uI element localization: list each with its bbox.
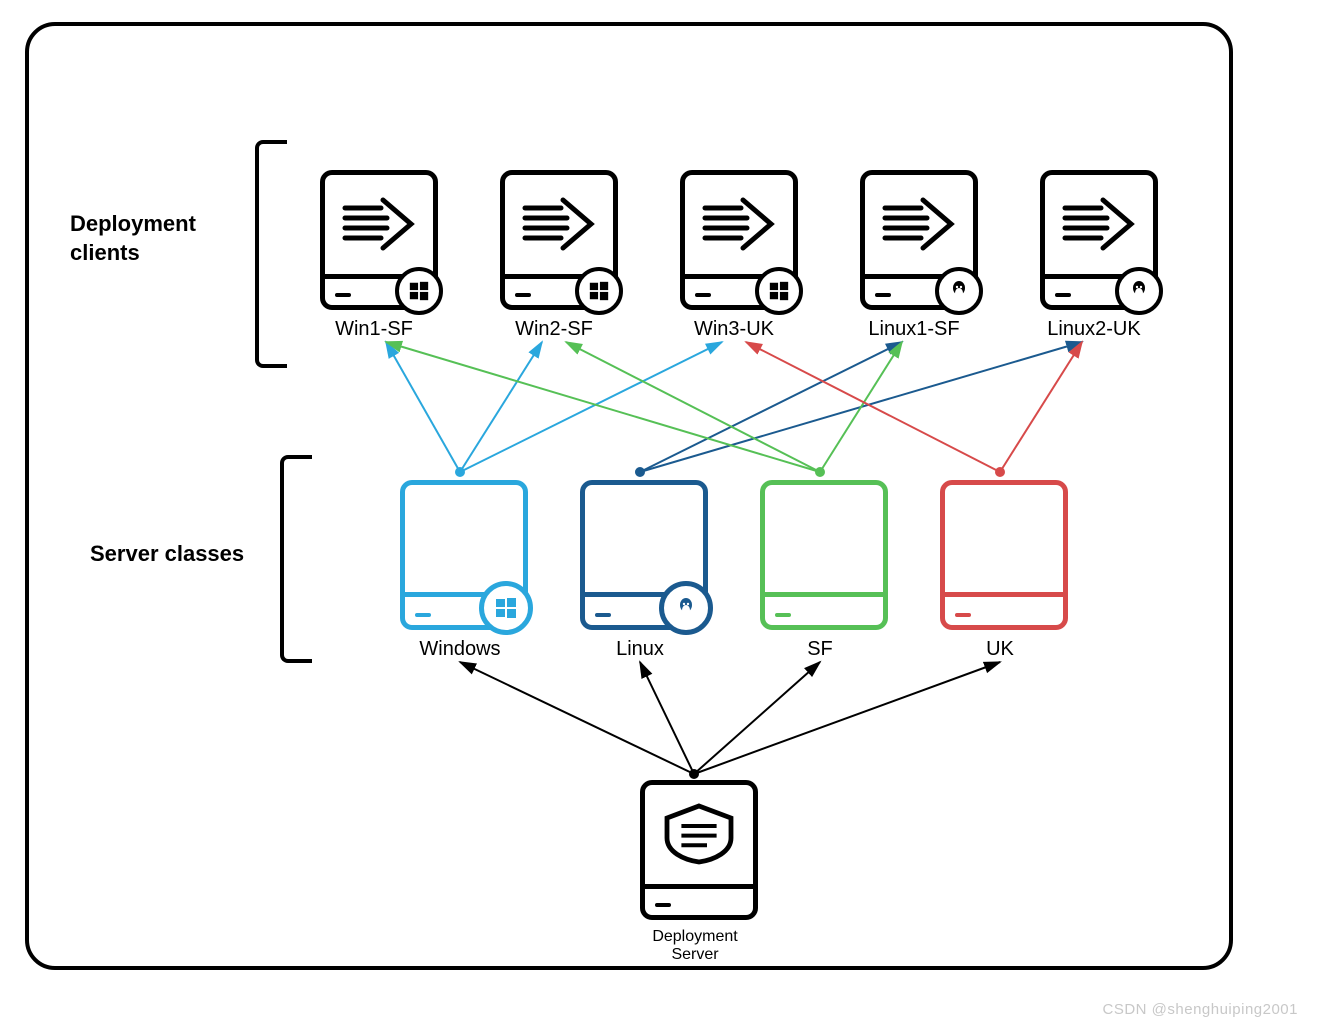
deployment-server-icon xyxy=(659,799,739,869)
deployment-server-box xyxy=(640,780,758,920)
bracket-clients xyxy=(255,140,287,368)
client-box-win3-uk xyxy=(680,170,798,310)
client-box-linux1-sf xyxy=(860,170,978,310)
server-class-windows xyxy=(400,480,528,630)
windows-icon xyxy=(479,581,533,635)
client-box-linux2-uk xyxy=(1040,170,1158,310)
client-label: Win3-UK xyxy=(664,318,804,341)
client-box-win1-sf xyxy=(320,170,438,310)
windows-icon xyxy=(755,267,803,315)
label-server-classes: Server classes xyxy=(90,540,244,569)
server-class-label: SF xyxy=(750,638,890,661)
client-label: Win1-SF xyxy=(304,318,444,341)
client-label: Linux1-SF xyxy=(844,318,984,341)
watermark: CSDN @shenghuiping2001 xyxy=(1102,1001,1298,1018)
client-box-win2-sf xyxy=(500,170,618,310)
client-label: Win2-SF xyxy=(484,318,624,341)
client-label: Linux2-UK xyxy=(1024,318,1164,341)
linux-icon xyxy=(1115,267,1163,315)
server-class-linux xyxy=(580,480,708,630)
server-class-label: UK xyxy=(930,638,1070,661)
linux-icon xyxy=(935,267,983,315)
windows-icon xyxy=(575,267,623,315)
diagram-stage: Deploymentclients Server classes Win1-SF… xyxy=(0,0,1338,1026)
bracket-server-classes xyxy=(280,455,312,663)
linux-icon xyxy=(659,581,713,635)
label-deployment-clients: Deploymentclients xyxy=(70,210,196,267)
windows-icon xyxy=(395,267,443,315)
deployment-server-label: DeploymentServer xyxy=(635,928,755,964)
server-class-sf xyxy=(760,480,888,630)
server-class-uk xyxy=(940,480,1068,630)
server-class-label: Linux xyxy=(570,638,710,661)
server-class-label: Windows xyxy=(390,638,530,661)
